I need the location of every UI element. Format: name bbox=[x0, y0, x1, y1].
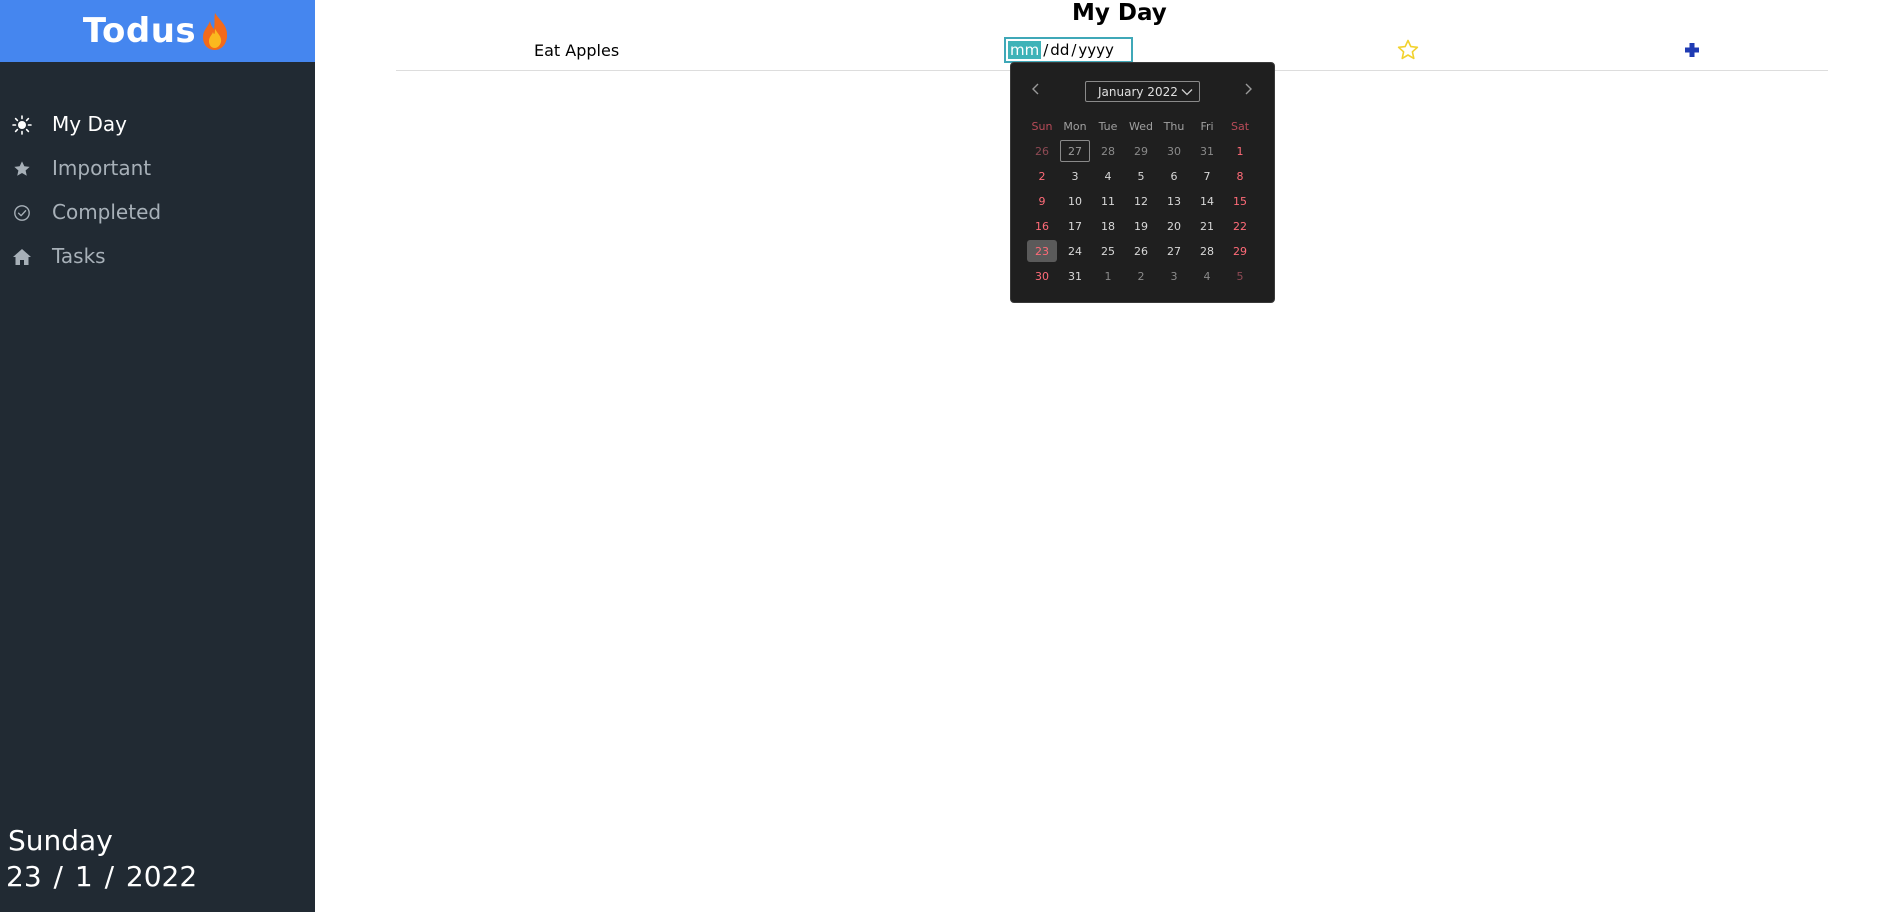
calendar-day[interactable]: 1 bbox=[1093, 265, 1123, 287]
calendar-day[interactable]: 2 bbox=[1126, 265, 1156, 287]
check-circle-icon bbox=[12, 203, 32, 223]
home-icon bbox=[12, 247, 32, 267]
flame-icon bbox=[198, 11, 232, 51]
page-title: My Day bbox=[1072, 0, 1167, 26]
calendar-day[interactable]: 16 bbox=[1027, 215, 1057, 237]
calendar-day[interactable]: 26 bbox=[1027, 140, 1057, 162]
calendar-day[interactable]: 30 bbox=[1159, 140, 1189, 162]
calendar-day[interactable]: 11 bbox=[1093, 190, 1123, 212]
calendar-day[interactable]: 4 bbox=[1093, 165, 1123, 187]
sidebar-item-label: Completed bbox=[52, 200, 162, 224]
weekday-header: Mon bbox=[1063, 119, 1087, 133]
chevron-left-icon[interactable] bbox=[1026, 79, 1046, 99]
weekday-header: Sat bbox=[1230, 119, 1250, 133]
sidebar-item-label: Important bbox=[52, 156, 152, 180]
calendar-day[interactable]: 17 bbox=[1060, 215, 1090, 237]
calendar-day[interactable]: 13 bbox=[1159, 190, 1189, 212]
date-day-segment[interactable]: dd bbox=[1050, 41, 1069, 59]
calendar-day[interactable]: 14 bbox=[1192, 190, 1222, 212]
sidebar-item-my-day[interactable]: My Day bbox=[0, 102, 315, 146]
app-header: Todus bbox=[0, 0, 315, 62]
month-year-select[interactable]: January 2022 bbox=[1085, 81, 1200, 102]
calendar-day[interactable]: 27 bbox=[1060, 140, 1090, 162]
calendar-day[interactable]: 8 bbox=[1225, 165, 1255, 187]
date-year-segment[interactable]: yyyy bbox=[1078, 41, 1114, 59]
calendar-day[interactable]: 24 bbox=[1060, 240, 1090, 262]
sidebar-item-label: My Day bbox=[52, 112, 127, 136]
calendar-day[interactable]: 25 bbox=[1093, 240, 1123, 262]
calendar-day[interactable]: 2 bbox=[1027, 165, 1057, 187]
sun-icon bbox=[12, 115, 32, 135]
calendar-day[interactable]: 28 bbox=[1093, 140, 1123, 162]
chevron-down-icon bbox=[1181, 86, 1193, 96]
weekday-header: Tue bbox=[1098, 119, 1118, 133]
app-title: Todus bbox=[82, 11, 197, 51]
calendar-day[interactable]: 22 bbox=[1225, 215, 1255, 237]
calendar-day[interactable]: 5 bbox=[1225, 265, 1255, 287]
weekday-header: Sun bbox=[1031, 119, 1053, 133]
calendar-day[interactable]: 20 bbox=[1159, 215, 1189, 237]
date-separator: / bbox=[1071, 41, 1077, 59]
task-name[interactable]: Eat Apples bbox=[534, 41, 619, 60]
chevron-right-icon[interactable] bbox=[1238, 79, 1258, 99]
calendar-day[interactable]: 18 bbox=[1093, 215, 1123, 237]
star-icon bbox=[12, 159, 32, 179]
weekday-header: Wed bbox=[1129, 119, 1153, 133]
calendar-day[interactable]: 3 bbox=[1159, 265, 1189, 287]
sidebar-item-completed[interactable]: Completed bbox=[0, 190, 315, 234]
calendar-day[interactable]: 7 bbox=[1192, 165, 1222, 187]
calendar-day[interactable]: 4 bbox=[1192, 265, 1222, 287]
calendar-day[interactable]: 27 bbox=[1159, 240, 1189, 262]
calendar-day[interactable]: 21 bbox=[1192, 215, 1222, 237]
calendar-day[interactable]: 30 bbox=[1027, 265, 1057, 287]
calendar-day[interactable]: 29 bbox=[1225, 240, 1255, 262]
calendar-day[interactable]: 26 bbox=[1126, 240, 1156, 262]
month-year-label: January 2022 bbox=[1098, 84, 1178, 99]
current-weekday: Sunday bbox=[8, 824, 113, 857]
current-date: 23 / 1 / 2022 bbox=[6, 860, 198, 893]
plus-icon[interactable] bbox=[1682, 40, 1702, 60]
weekday-header: Thu bbox=[1163, 119, 1185, 133]
calendar-day[interactable]: 6 bbox=[1159, 165, 1189, 187]
sidebar-item-label: Tasks bbox=[52, 244, 106, 268]
calendar-day[interactable]: 31 bbox=[1192, 140, 1222, 162]
date-picker-popup: January 2022 Sun Mon Tue Wed Thu Fri Sat 26 27 28… bbox=[1010, 62, 1275, 303]
star-outline-icon[interactable] bbox=[1396, 38, 1420, 62]
calendar-day[interactable]: 1 bbox=[1225, 140, 1255, 162]
calendar-day[interactable]: 28 bbox=[1192, 240, 1222, 262]
due-date-input[interactable]: mm / dd / yyyy bbox=[1004, 37, 1133, 63]
sidebar-item-important[interactable]: Important bbox=[0, 146, 315, 190]
weekday-header: Fri bbox=[1200, 119, 1214, 133]
calendar-day[interactable]: 9 bbox=[1027, 190, 1057, 212]
calendar-day[interactable]: 12 bbox=[1126, 190, 1156, 212]
calendar-day[interactable]: 5 bbox=[1126, 165, 1156, 187]
date-month-segment[interactable]: mm bbox=[1008, 41, 1042, 59]
calendar-day[interactable]: 3 bbox=[1060, 165, 1090, 187]
date-separator: / bbox=[1043, 41, 1049, 59]
calendar-day[interactable]: 31 bbox=[1060, 265, 1090, 287]
calendar-day[interactable]: 29 bbox=[1126, 140, 1156, 162]
calendar-day[interactable]: 19 bbox=[1126, 215, 1156, 237]
sidebar-item-tasks[interactable]: Tasks bbox=[0, 234, 315, 278]
calendar-day[interactable]: 10 bbox=[1060, 190, 1090, 212]
calendar-day[interactable]: 23 bbox=[1027, 240, 1057, 262]
calendar-day[interactable]: 15 bbox=[1225, 190, 1255, 212]
sidebar-nav: My Day Important Completed Tasks bbox=[0, 102, 315, 278]
sidebar: Todus My Day Important Completed Tasks S… bbox=[0, 0, 315, 912]
